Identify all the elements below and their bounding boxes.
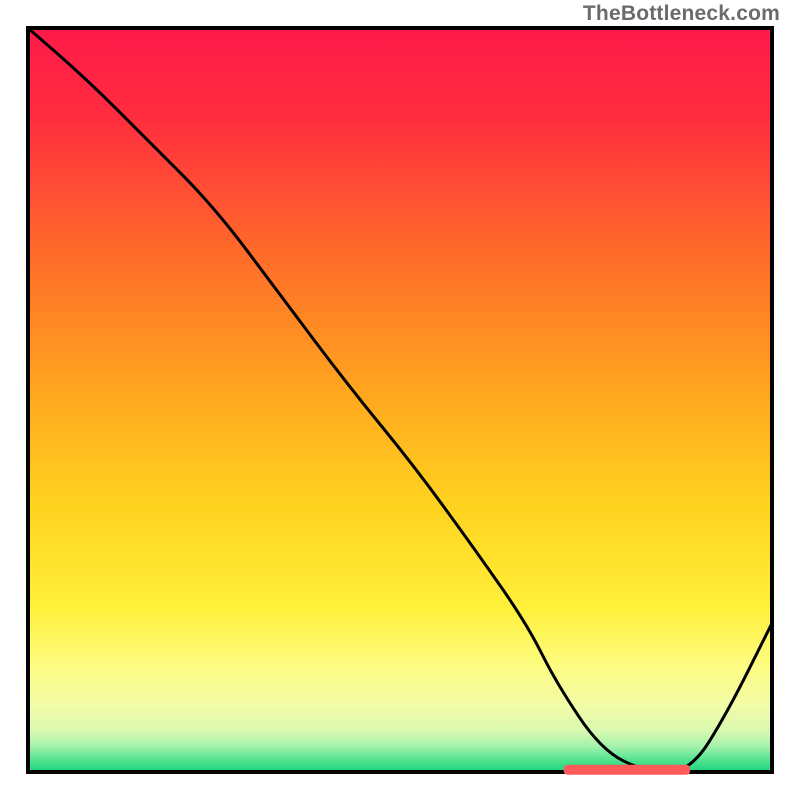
gradient-background: [28, 28, 772, 772]
optimal-range-marker: [564, 765, 691, 775]
plot-area: [28, 28, 772, 775]
chart-stage: TheBottleneck.com: [0, 0, 800, 800]
bottleneck-chart: [0, 0, 800, 800]
watermark-text: TheBottleneck.com: [583, 2, 780, 26]
